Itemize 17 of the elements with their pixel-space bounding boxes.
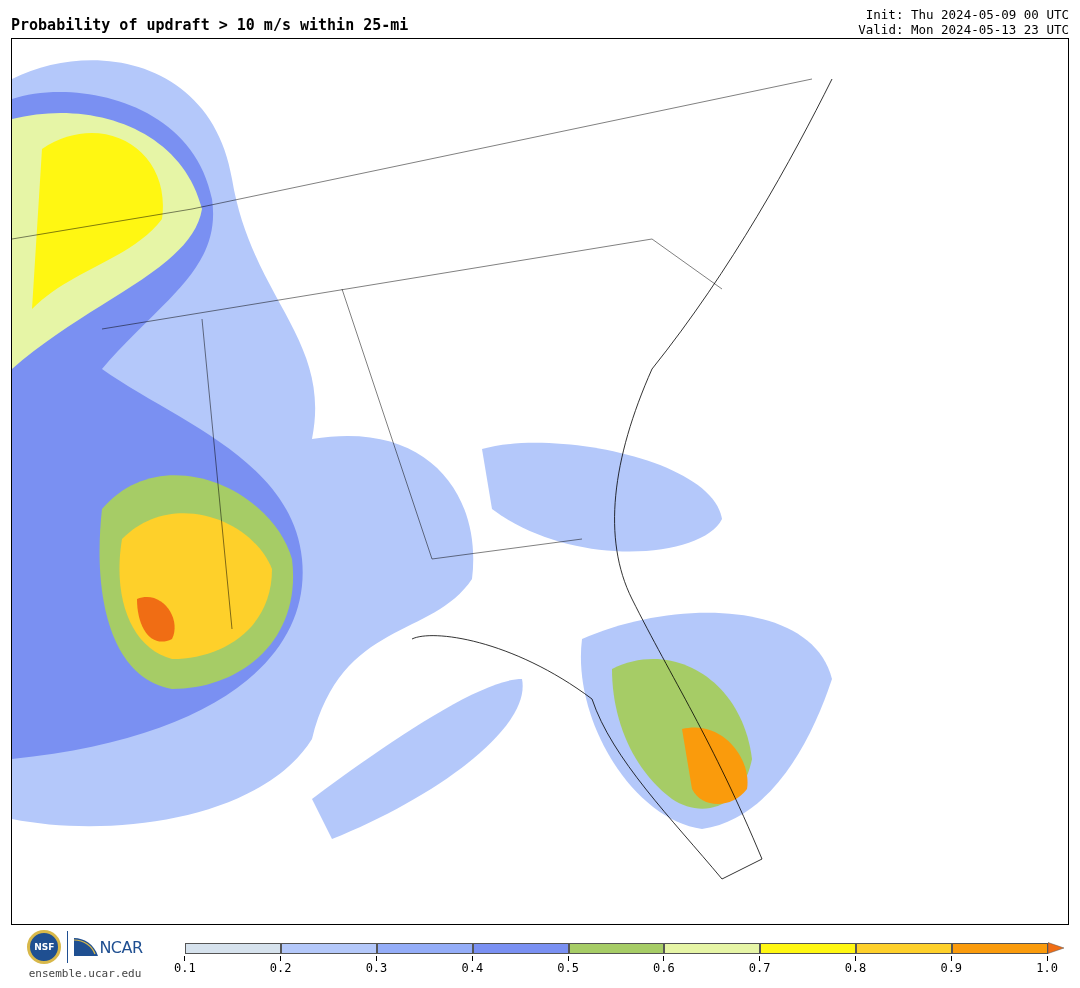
tick-label: 0.2 <box>269 961 292 975</box>
swoosh-icon <box>74 938 99 956</box>
tick-label: 0.6 <box>653 961 675 975</box>
init-time: Init: Thu 2024-05-09 00 UTC <box>865 7 1069 22</box>
tick-label: 0.1 <box>174 961 196 975</box>
tick-label: 1.0 <box>1036 961 1058 975</box>
tick-label: 0.5 <box>557 961 579 975</box>
tick-label: 0.7 <box>748 961 771 975</box>
valid-time: Valid: Mon 2024-05-13 23 UTC <box>858 22 1069 37</box>
ncar-logo: NCAR <box>99 937 143 957</box>
tick-label: 0.4 <box>461 961 484 975</box>
tick-label: 0.8 <box>844 961 867 975</box>
nsf-logo: NSF <box>27 930 62 964</box>
tick-label: 0.3 <box>365 961 388 975</box>
site-url: ensemble.ucar.edu <box>28 967 142 980</box>
tick-label: 0.9 <box>940 961 963 975</box>
chart-title: Probability of updraft > 10 m/s within 25-mi <box>11 16 409 36</box>
